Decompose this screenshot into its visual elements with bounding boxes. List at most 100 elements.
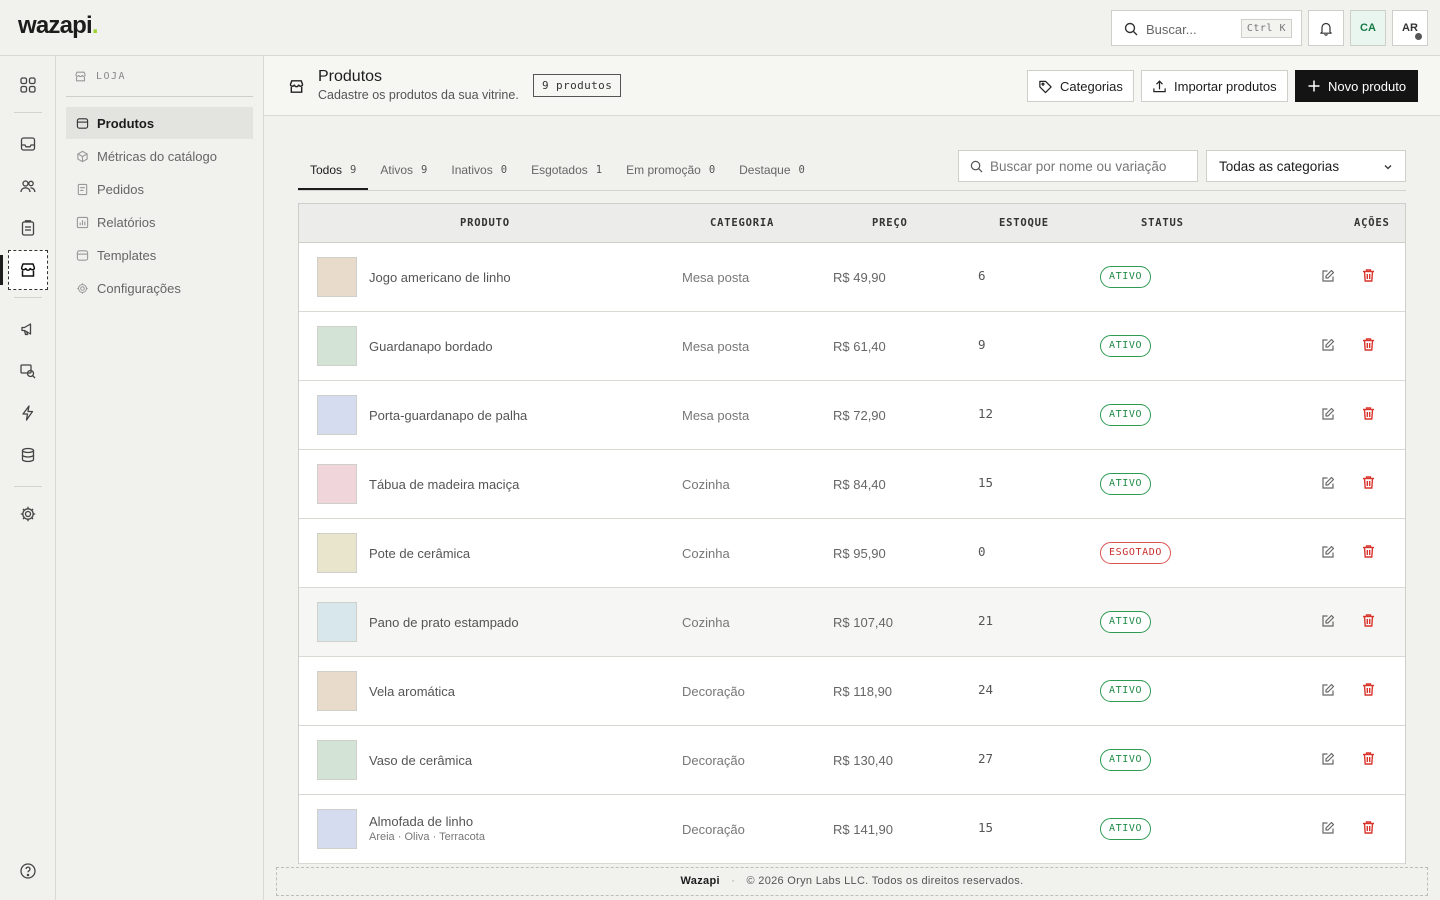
category-select-value: Todas as categorias — [1219, 159, 1340, 174]
database-icon — [19, 446, 37, 464]
category-select[interactable]: Todas as categorias — [1206, 150, 1406, 182]
tab-esgotados[interactable]: Esgotados 1 — [519, 152, 614, 190]
categories-button[interactable]: Categorias — [1027, 70, 1134, 102]
product-thumbnail — [317, 257, 357, 297]
delete-button[interactable] — [1361, 337, 1376, 352]
table-row[interactable]: Vaso de cerâmica Decoração R$ 130,40 27 ATIV… — [299, 726, 1405, 795]
tab-label: Em promoção — [626, 163, 701, 177]
header-produto: PRODUTO — [460, 217, 510, 229]
rail-store[interactable] — [16, 258, 40, 282]
edit-icon — [1321, 269, 1335, 283]
delete-button[interactable] — [1361, 544, 1376, 559]
lightning-icon — [19, 404, 37, 422]
edit-button[interactable] — [1321, 821, 1335, 835]
import-products-button[interactable]: Importar produtos — [1141, 70, 1288, 102]
table-row[interactable]: Jogo americano de linho Mesa posta R$ 49,9… — [299, 243, 1405, 312]
rail-dashboard[interactable] — [16, 73, 40, 97]
sidebar-item-configuracoes[interactable]: Configurações — [66, 272, 253, 304]
delete-button[interactable] — [1361, 820, 1376, 835]
delete-button[interactable] — [1361, 475, 1376, 490]
rail-campaigns[interactable] — [16, 317, 40, 341]
edit-icon — [1321, 614, 1335, 628]
delete-button[interactable] — [1361, 406, 1376, 421]
rail-orders[interactable] — [16, 216, 40, 240]
sidebar-item-metricas[interactable]: Métricas do catálogo — [66, 140, 253, 172]
product-name[interactable]: Pote de cerâmica — [369, 546, 470, 561]
product-name[interactable]: Guardanapo bordado — [369, 339, 493, 354]
rail-inbox[interactable] — [16, 132, 40, 156]
sidebar-item-produtos[interactable]: Produtos — [66, 107, 253, 139]
product-name[interactable]: Pano de prato estampado — [369, 615, 519, 630]
product-name[interactable]: Tábua de madeira maciça — [369, 477, 519, 492]
header-preco: PREÇO — [872, 217, 908, 229]
workspace-avatar[interactable]: CA — [1350, 10, 1386, 46]
rail-contacts[interactable] — [16, 174, 40, 198]
sidebar-item-relatorios[interactable]: Relatórios — [66, 206, 253, 238]
notifications-button[interactable] — [1308, 10, 1344, 46]
edit-button[interactable] — [1321, 614, 1335, 628]
user-avatar-initials: AR — [1402, 22, 1418, 34]
edit-button[interactable] — [1321, 752, 1335, 766]
trash-icon — [1361, 682, 1376, 697]
gear-icon — [19, 505, 37, 523]
product-name[interactable]: Vaso de cerâmica — [369, 753, 472, 768]
edit-icon — [1321, 821, 1335, 835]
inspect-icon — [19, 362, 37, 380]
rail-help[interactable] — [16, 859, 40, 883]
table-row[interactable]: Guardanapo bordado Mesa posta R$ 61,40 9 ATI… — [299, 312, 1405, 381]
product-name[interactable]: Vela aromática — [369, 684, 455, 699]
tab-todos[interactable]: Todos 9 — [298, 152, 369, 190]
tab-label: Todos — [310, 163, 343, 177]
rail-settings[interactable] — [16, 502, 40, 526]
product-thumbnail — [317, 395, 357, 435]
product-search-input[interactable]: Buscar por nome ou variação — [958, 150, 1198, 182]
sidebar-item-pedidos[interactable]: Pedidos — [66, 173, 253, 205]
edit-button[interactable] — [1321, 545, 1335, 559]
header-estoque: ESTOQUE — [999, 217, 1049, 229]
edit-button[interactable] — [1321, 407, 1335, 421]
table-row[interactable]: Pano de prato estampado Cozinha R$ 107,40 2… — [299, 588, 1405, 657]
rail-automations[interactable] — [16, 401, 40, 425]
new-product-button[interactable]: Novo produto — [1295, 70, 1419, 102]
table-row[interactable]: Tábua de madeira maciça Cozinha R$ 84,40 15… — [299, 450, 1405, 519]
edit-button[interactable] — [1321, 476, 1335, 490]
tab-destaque[interactable]: Destaque 0 — [727, 152, 817, 190]
rail-database[interactable] — [16, 443, 40, 467]
table-row[interactable]: Almofada de linho Areia · Oliva · Terraco… — [299, 795, 1405, 864]
status-badge: ESGOTADO — [1100, 542, 1171, 564]
delete-button[interactable] — [1361, 268, 1376, 283]
delete-button[interactable] — [1361, 751, 1376, 766]
rail-analytics[interactable] — [16, 359, 40, 383]
tab-ativos[interactable]: Ativos 9 — [368, 152, 439, 190]
app-logo[interactable]: wazapi. — [18, 12, 99, 40]
product-name[interactable]: Jogo americano de linho — [369, 270, 511, 285]
sidebar-item-templates[interactable]: Templates — [66, 239, 253, 271]
table-row[interactable]: Vela aromática Decoração R$ 118,90 24 ATIVO — [299, 657, 1405, 726]
global-search[interactable]: Buscar... Ctrl K — [1111, 10, 1302, 46]
edit-button[interactable] — [1321, 683, 1335, 697]
delete-button[interactable] — [1361, 682, 1376, 697]
user-avatar[interactable]: AR — [1392, 10, 1428, 46]
status-badge: ATIVO — [1100, 680, 1152, 702]
product-category: Cozinha — [682, 546, 730, 561]
chart-icon — [76, 216, 89, 229]
product-name[interactable]: Almofada de linho — [369, 814, 473, 829]
delete-button[interactable] — [1361, 613, 1376, 628]
product-variants: Areia · Oliva · Terracota — [369, 831, 485, 843]
table-row[interactable]: Porta-guardanapo de palha Mesa posta R$ 72… — [299, 381, 1405, 450]
product-price: R$ 84,40 — [833, 477, 886, 492]
edit-button[interactable] — [1321, 338, 1335, 352]
table-row[interactable]: Pote de cerâmica Cozinha R$ 95,90 0 ESGOTADO — [299, 519, 1405, 588]
store-icon — [19, 261, 37, 279]
sidebar-item-label: Configurações — [97, 280, 181, 296]
tab-count: 9 — [350, 164, 357, 176]
edit-button[interactable] — [1321, 269, 1335, 283]
tab-inativos[interactable]: Inativos 0 — [439, 152, 519, 190]
product-thumbnail — [317, 740, 357, 780]
product-stock: 15 — [978, 475, 994, 490]
product-price: R$ 118,90 — [833, 684, 893, 699]
product-name[interactable]: Porta-guardanapo de palha — [369, 408, 527, 423]
tab-em-promocao[interactable]: Em promoção 0 — [614, 152, 727, 190]
tab-count: 0 — [798, 164, 805, 176]
rail-divider — [14, 112, 42, 113]
